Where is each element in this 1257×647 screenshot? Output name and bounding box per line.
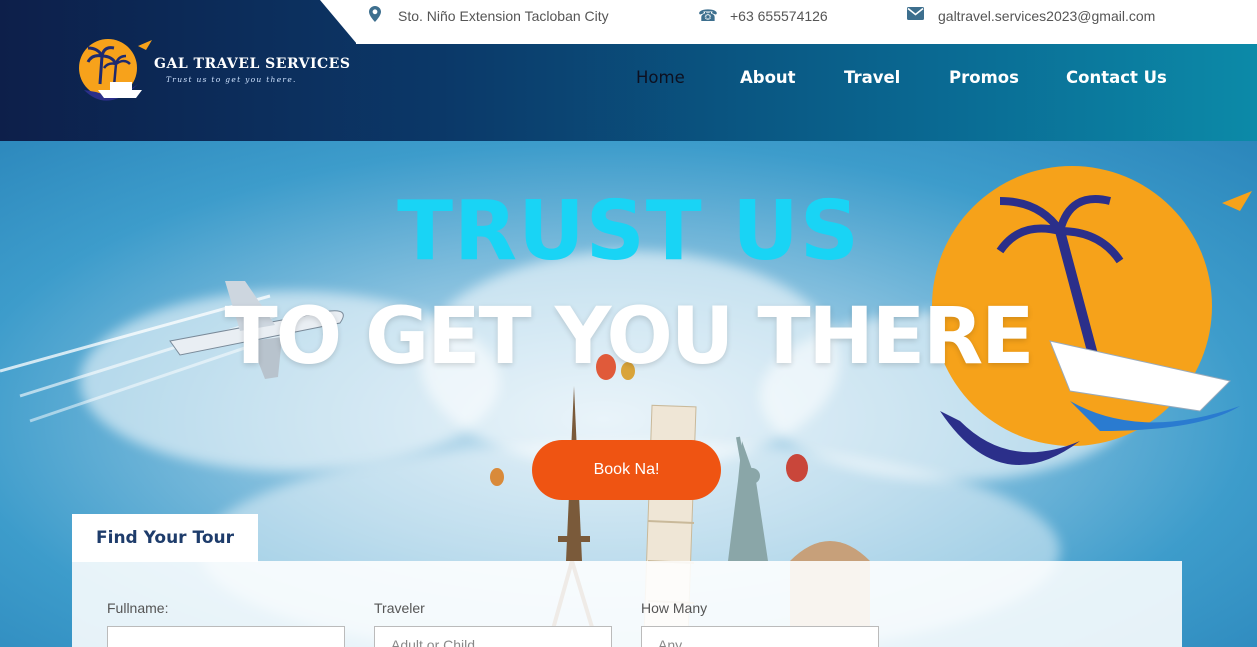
logo-emblem-icon bbox=[79, 39, 152, 101]
envelope-icon bbox=[906, 7, 924, 25]
hero-headline-primary: TRUST US bbox=[397, 184, 860, 279]
nav-contact-us[interactable]: Contact Us bbox=[1066, 68, 1167, 87]
hero-headline-secondary: TO GET YOU THERE bbox=[224, 292, 1035, 382]
book-now-button[interactable]: Book Na! bbox=[532, 440, 721, 500]
map-pin-icon bbox=[366, 5, 384, 27]
nav-promos[interactable]: Promos bbox=[949, 68, 1019, 87]
phone-info[interactable]: ☎ +63 655574126 bbox=[698, 0, 828, 32]
nav-home[interactable]: Home bbox=[636, 68, 685, 87]
phone-text[interactable]: +63 655574126 bbox=[730, 8, 828, 24]
nav-about[interactable]: About bbox=[740, 68, 796, 87]
nav-travel[interactable]: Travel bbox=[844, 68, 900, 87]
fullname-label: Fullname: bbox=[107, 600, 169, 616]
how-many-select[interactable]: Any bbox=[641, 626, 879, 647]
brand-logo[interactable] bbox=[78, 34, 328, 110]
phone-icon: ☎ bbox=[698, 8, 718, 25]
email-info[interactable]: galtravel.services2023@gmail.com bbox=[906, 0, 1155, 32]
tab-find-your-tour[interactable]: Find Your Tour bbox=[72, 514, 258, 562]
brand-name[interactable]: GAL TRAVEL SERVICES bbox=[154, 56, 350, 72]
fullname-input[interactable] bbox=[107, 626, 345, 647]
how-many-label: How Many bbox=[641, 600, 708, 616]
brand-tagline: Trust us to get you there. bbox=[166, 75, 297, 84]
traveler-select[interactable]: Adult or Child bbox=[374, 626, 612, 647]
email-text[interactable]: galtravel.services2023@gmail.com bbox=[938, 8, 1155, 24]
address-text: Sto. Niño Extension Tacloban City bbox=[398, 8, 609, 24]
traveler-label: Traveler bbox=[374, 600, 425, 616]
address-info: Sto. Niño Extension Tacloban City bbox=[366, 0, 609, 32]
